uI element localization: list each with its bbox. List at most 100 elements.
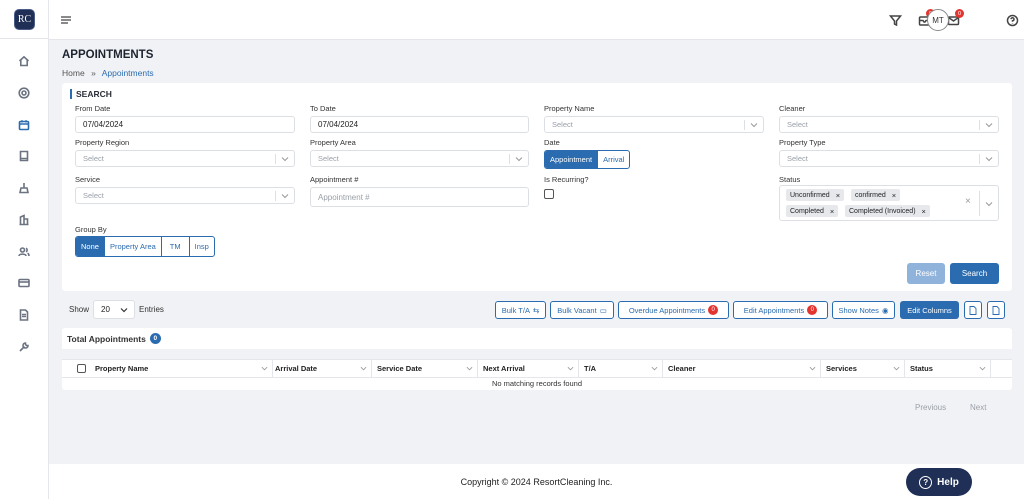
sidebar-item-users[interactable] bbox=[16, 244, 32, 260]
sidebar-item-settings[interactable] bbox=[16, 339, 32, 355]
remove-tag-icon[interactable]: × bbox=[892, 191, 896, 200]
avatar[interactable]: MT bbox=[927, 9, 949, 31]
property-area-select[interactable]: Select bbox=[310, 150, 529, 167]
status-tag: confirmed × bbox=[851, 189, 901, 201]
credit-card-icon bbox=[18, 278, 30, 288]
bulk-ta-button[interactable]: Bulk T/A ⇆ bbox=[495, 301, 546, 319]
group-by-none[interactable]: None bbox=[76, 237, 105, 256]
service-placeholder: Select bbox=[83, 191, 104, 200]
col-property-name[interactable]: Property Name bbox=[90, 360, 273, 377]
mail-badge: 0 bbox=[955, 9, 964, 18]
group-by-label: Group By bbox=[75, 225, 107, 234]
recurring-checkbox[interactable] bbox=[544, 189, 554, 199]
sidebar-item-billing[interactable] bbox=[16, 275, 32, 291]
property-type-select[interactable]: Select bbox=[779, 150, 999, 167]
from-date-input[interactable]: 07/04/2024 bbox=[75, 116, 295, 133]
show-notes-label: Show Notes bbox=[838, 305, 879, 315]
col-status[interactable]: Status bbox=[905, 360, 991, 377]
filter-icon bbox=[888, 14, 902, 26]
chevron-down-icon bbox=[567, 366, 574, 371]
appointment-number-input[interactable]: Appointment # bbox=[310, 187, 529, 207]
filter-button[interactable] bbox=[887, 12, 903, 28]
chevron-down-icon bbox=[466, 366, 473, 371]
menu-icon[interactable] bbox=[60, 14, 72, 26]
search-button[interactable]: Search bbox=[950, 263, 999, 284]
overdue-label: Overdue Appointments bbox=[628, 305, 706, 315]
status-multiselect[interactable]: Unconfirmed × confirmed × Completed × Compl… bbox=[779, 185, 999, 221]
property-type-placeholder: Select bbox=[787, 154, 808, 163]
date-type-arrival[interactable]: Arrival bbox=[598, 151, 629, 168]
col-services[interactable]: Services bbox=[821, 360, 905, 377]
export-pdf-button[interactable] bbox=[964, 301, 982, 319]
swap-icon: ⇆ bbox=[532, 305, 540, 315]
overdue-appointments-button[interactable]: Overdue Appointments 0 bbox=[618, 301, 729, 319]
overdue-count-badge: 0 bbox=[708, 305, 719, 315]
sidebar-item-support[interactable] bbox=[16, 85, 32, 101]
remove-tag-icon[interactable]: × bbox=[922, 207, 926, 216]
previous-page-button[interactable]: Previous bbox=[915, 403, 946, 412]
home-icon bbox=[18, 55, 30, 67]
app-logo[interactable]: RC bbox=[14, 9, 35, 30]
entries-label: Entries bbox=[139, 305, 164, 314]
status-tag-label: confirmed bbox=[855, 191, 886, 199]
file-icon bbox=[992, 305, 1000, 315]
search-title: SEARCH bbox=[70, 89, 112, 99]
eye-icon: ◉ bbox=[881, 305, 889, 315]
folder-icon: ▭ bbox=[599, 305, 607, 315]
service-label: Service bbox=[75, 175, 101, 184]
bulk-vacant-label: Bulk Vacant bbox=[557, 305, 597, 315]
chevron-down-icon bbox=[985, 157, 993, 162]
chevron-down-icon bbox=[750, 123, 758, 128]
entries-select[interactable]: 20 bbox=[93, 300, 135, 319]
sidebar-item-reports[interactable] bbox=[16, 307, 32, 323]
group-by-tm[interactable]: TM bbox=[162, 237, 190, 256]
show-notes-button[interactable]: Show Notes ◉ bbox=[832, 301, 895, 319]
remove-tag-icon[interactable]: × bbox=[830, 207, 834, 216]
multiselect-divider bbox=[979, 191, 980, 216]
sidebar-item-cleaning[interactable] bbox=[16, 180, 32, 196]
breadcrumb: Home » Appointments bbox=[62, 68, 154, 78]
clear-all-icon[interactable]: × bbox=[965, 196, 971, 207]
breadcrumb-home[interactable]: Home bbox=[62, 68, 85, 78]
date-type-label: Date bbox=[544, 138, 560, 147]
property-name-select[interactable]: Select bbox=[544, 116, 764, 133]
column-label: Cleaner bbox=[668, 364, 696, 373]
sidebar-item-home[interactable] bbox=[16, 53, 32, 69]
next-page-button[interactable]: Next bbox=[970, 403, 986, 412]
sidebar-item-appointments[interactable] bbox=[16, 117, 32, 133]
chevron-down-icon bbox=[360, 366, 367, 371]
help-button-top[interactable] bbox=[1004, 12, 1020, 28]
select-all-checkbox[interactable] bbox=[77, 364, 86, 373]
cleaner-select[interactable]: Select bbox=[779, 116, 999, 133]
sidebar-item-properties[interactable] bbox=[16, 212, 32, 228]
total-appointments: Total Appointments 0 bbox=[67, 333, 161, 344]
reset-button[interactable]: Reset bbox=[907, 263, 945, 284]
column-label: Arrival Date bbox=[275, 364, 318, 373]
status-tag-label: Completed bbox=[790, 207, 824, 215]
edit-appointments-button[interactable]: Edit Appointments 0 bbox=[733, 301, 828, 319]
col-cleaner[interactable]: Cleaner bbox=[663, 360, 821, 377]
bulk-vacant-button[interactable]: Bulk Vacant ▭ bbox=[550, 301, 614, 319]
group-by-property-area[interactable]: Property Area bbox=[105, 237, 162, 256]
date-type-appointment[interactable]: Appointment bbox=[545, 151, 599, 168]
col-next-arrival[interactable]: Next Arrival bbox=[478, 360, 579, 377]
service-select[interactable]: Select bbox=[75, 187, 295, 204]
calendar-icon bbox=[18, 120, 30, 131]
status-tag: Unconfirmed × bbox=[786, 189, 845, 201]
col-service-date[interactable]: Service Date bbox=[372, 360, 478, 377]
book-icon bbox=[19, 150, 29, 162]
column-label: Property Name bbox=[95, 364, 149, 373]
question-icon: ? bbox=[919, 475, 933, 489]
status-tag: Completed × bbox=[786, 205, 839, 217]
sidebar-item-book[interactable] bbox=[16, 148, 32, 164]
property-region-select[interactable]: Select bbox=[75, 150, 295, 167]
help-button[interactable]: ? Help bbox=[906, 468, 972, 496]
to-date-input[interactable]: 07/04/2024 bbox=[310, 116, 529, 133]
export-excel-button[interactable] bbox=[987, 301, 1005, 319]
group-by-insp[interactable]: Insp bbox=[190, 237, 214, 256]
edit-columns-button[interactable]: Edit Columns bbox=[900, 301, 959, 319]
remove-tag-icon[interactable]: × bbox=[836, 191, 840, 200]
column-label: Services bbox=[826, 364, 857, 373]
col-ta[interactable]: T/A bbox=[579, 360, 663, 377]
col-arrival-date[interactable]: Arrival Date bbox=[270, 360, 372, 377]
